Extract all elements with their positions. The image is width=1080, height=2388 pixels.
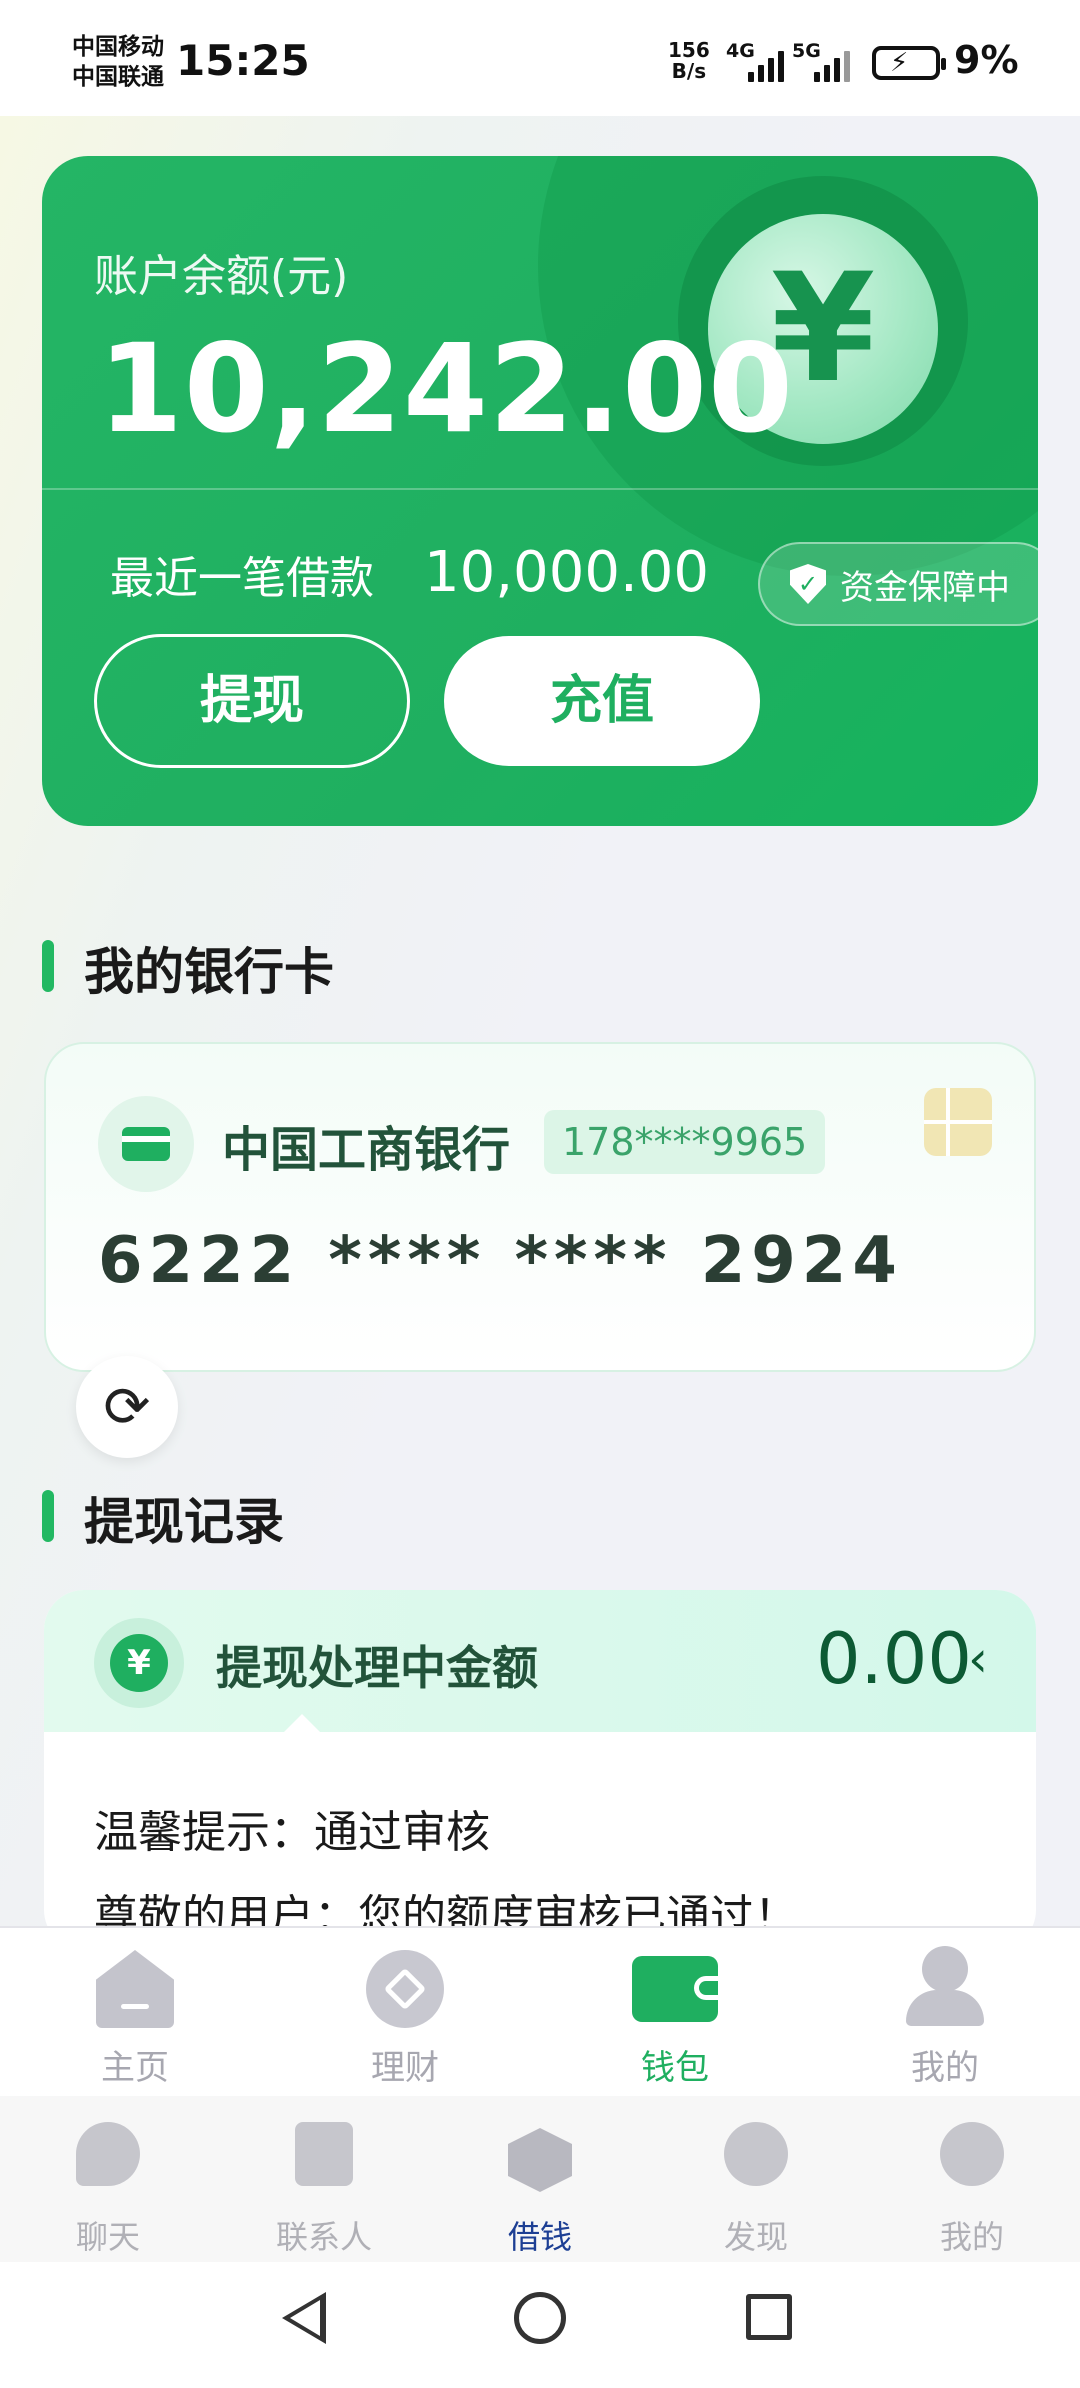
recent-apps-icon[interactable]: [746, 2294, 792, 2340]
contacts-book-icon: [295, 2122, 353, 2186]
tab-borrow-label: 借钱: [507, 2218, 572, 2256]
chat-bubble-icon: [76, 2122, 140, 2186]
shield-check-icon: ✓: [790, 564, 826, 604]
balance-amount: 10,242.00: [98, 318, 794, 460]
tab-finance-label: 理财: [371, 2048, 439, 2088]
tab-contacts-label: 联系人: [275, 2218, 372, 2256]
tab-wallet[interactable]: 钱包: [540, 1928, 810, 2098]
refresh-button[interactable]: ⟳: [76, 1356, 178, 1458]
network-speed-value: 156: [668, 38, 710, 62]
yen-icon-wrap: ¥: [94, 1618, 184, 1708]
credit-card-icon: [122, 1127, 170, 1161]
person-icon-body: [906, 1990, 984, 2026]
tab-chats[interactable]: 聊天: [0, 2096, 216, 2262]
wallet-icon-detail: [694, 1976, 720, 2000]
bank-name: 中国工商银行: [222, 1122, 511, 1178]
pending-amount-label: 提现处理中金额: [216, 1641, 538, 1695]
tab-home[interactable]: 主页: [0, 1928, 270, 2098]
withdraw-records-title: 提现记录: [84, 1493, 284, 1551]
tab-finance[interactable]: 理财: [270, 1928, 540, 2098]
tab-wallet-label: 钱包: [641, 2048, 709, 2088]
signal-4g-icon: 4G: [726, 40, 798, 84]
carrier-2: 中国联通: [72, 64, 164, 90]
refresh-icon: ⟳: [103, 1374, 151, 1440]
balance-card: ¥ 账户余额(元) 10,242.00 最近一笔借款 10,000.00 ✓ 资…: [42, 156, 1038, 826]
divider: [42, 488, 1038, 490]
person-icon: [922, 1946, 968, 1992]
battery-icon: ⚡: [872, 46, 946, 80]
bank-cards-title: 我的银行卡: [84, 943, 334, 1001]
tab-mine[interactable]: 我的: [810, 1928, 1080, 2098]
card-chip-icon: [924, 1088, 992, 1156]
pending-amount-row[interactable]: ¥ 提现处理中金额 0.00 ‹: [44, 1590, 1036, 1732]
tab-discover-label: 发现: [723, 2218, 788, 2256]
recharge-button[interactable]: 充值: [444, 636, 760, 766]
tab-me[interactable]: 我的: [864, 2096, 1080, 2262]
battery-percent: 9%: [954, 38, 1019, 82]
bank-phone-tag: 178****9965: [544, 1110, 826, 1174]
charging-bolt-icon: ⚡: [890, 48, 909, 78]
carrier-1: 中国移动: [72, 34, 164, 60]
home-circle-icon[interactable]: [514, 2292, 566, 2344]
carrier-names: 中国移动 中国联通: [72, 32, 164, 92]
tab-mine-label: 我的: [911, 2048, 979, 2088]
recent-loan-amount: 10,000.00: [424, 540, 710, 605]
fund-protection-text: 资金保障中: [840, 567, 1010, 608]
tab-contacts[interactable]: 联系人: [216, 2096, 432, 2262]
status-bar: 中国移动 中国联通 15:25 156 B/s 4G 5G ⚡ 9%: [0, 0, 1080, 116]
network-speed-unit: B/s: [671, 59, 707, 83]
fund-protection-badge: ✓ 资金保障中: [758, 542, 1038, 626]
profile-icon: [940, 2122, 1004, 2186]
section-accent-bar: [42, 940, 54, 992]
network-speed: 156 B/s: [668, 40, 710, 82]
tab-home-label: 主页: [101, 2048, 169, 2088]
yen-icon: ¥: [110, 1634, 168, 1692]
bank-card[interactable]: 中国工商银行 178****9965 6222 **** **** 2924: [44, 1042, 1036, 1372]
pending-amount-value: 0.00: [816, 1618, 972, 1700]
wechat-tab-bar: 聊天 联系人 借钱 发现 我的: [0, 2096, 1080, 2262]
notch-pointer: [284, 1714, 320, 1732]
chevron-left-icon[interactable]: ‹: [968, 1630, 988, 1688]
tab-discover[interactable]: 发现: [648, 2096, 864, 2262]
back-icon[interactable]: [282, 2292, 326, 2344]
withdraw-button[interactable]: 提现: [94, 634, 410, 768]
status-time: 15:25: [176, 36, 310, 85]
compass-icon: [724, 2122, 788, 2186]
home-icon: [96, 1950, 174, 2028]
system-navigation-bar: [0, 2262, 1080, 2388]
tab-borrow[interactable]: 借钱: [432, 2096, 648, 2262]
recent-loan-label: 最近一笔借款: [110, 553, 374, 604]
bank-card-number: 6222 **** **** 2924: [98, 1224, 903, 1298]
cube-icon: [508, 2128, 572, 2192]
tip-text-1: 温馨提示：通过审核: [94, 1807, 490, 1858]
section-accent-bar: [42, 1490, 54, 1542]
signal-5g-icon: 5G: [792, 40, 864, 84]
withdraw-record-card: ¥ 提现处理中金额 0.00 ‹ 温馨提示：通过审核 尊敬的用户：您的额度审核已…: [44, 1590, 1036, 1950]
tab-chats-label: 聊天: [75, 2218, 140, 2256]
tab-me-label: 我的: [939, 2218, 1004, 2256]
balance-label: 账户余额(元): [94, 251, 349, 302]
bank-card-icon-wrap: [98, 1096, 194, 1192]
app-tab-bar: 主页 理财 钱包 我的: [0, 1926, 1080, 2096]
home-icon-detail: [121, 2004, 149, 2009]
